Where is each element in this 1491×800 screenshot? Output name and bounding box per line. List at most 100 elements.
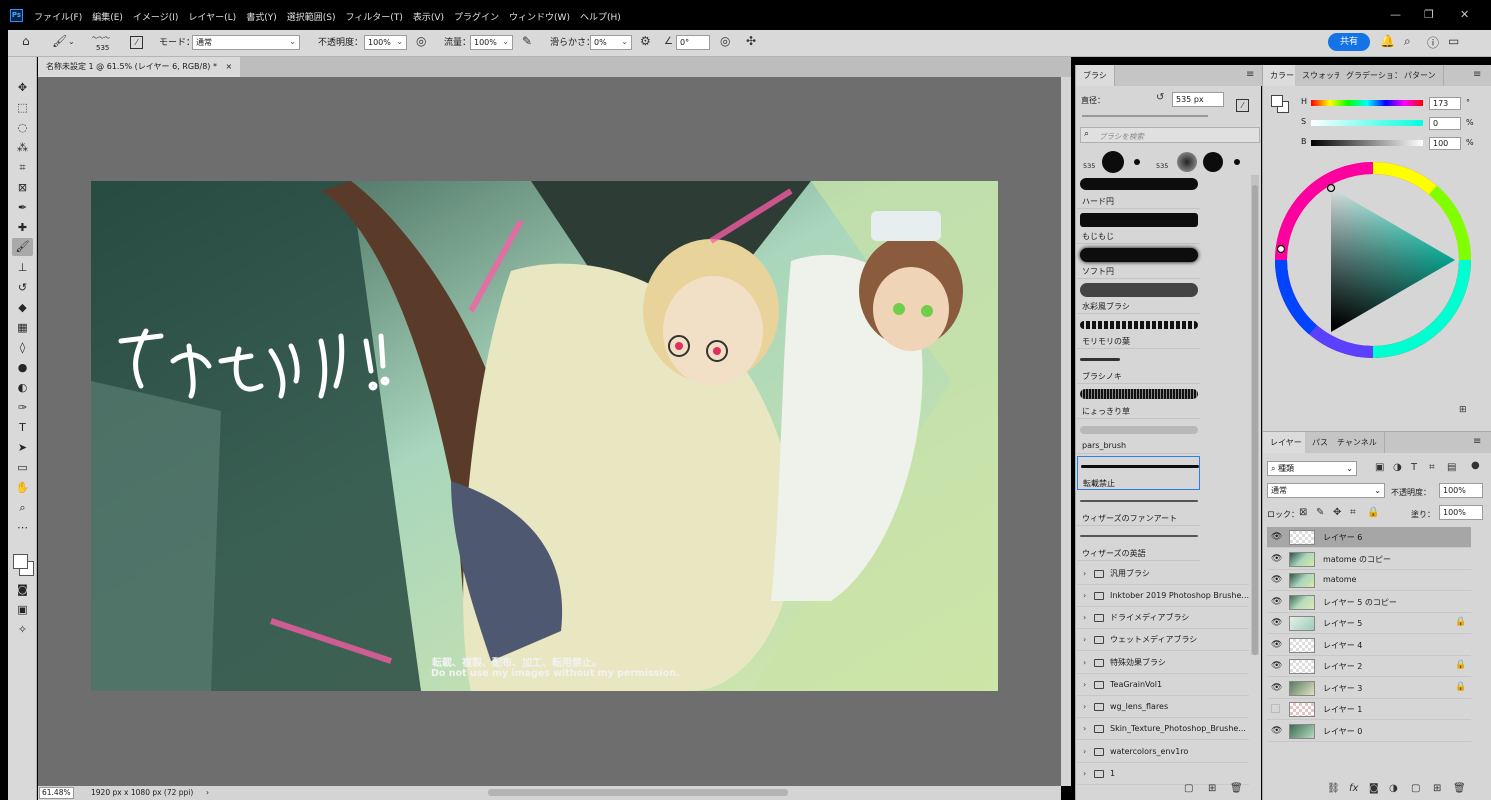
pressure-size-icon[interactable]: ◎ (720, 34, 730, 48)
gear-icon[interactable]: ⚙ (640, 34, 651, 48)
close-icon[interactable]: × (226, 62, 233, 71)
eye-icon[interactable]: 👁 (1271, 532, 1282, 542)
brush-item[interactable]: ウィザーズの英語 (1077, 527, 1200, 561)
hue-slider[interactable] (1311, 100, 1423, 106)
menu-view[interactable]: 表示(V) (413, 10, 444, 23)
mode-select[interactable]: 通常 ⌄ (192, 35, 300, 50)
blur-tool-icon[interactable]: ◊ (12, 339, 33, 357)
new-folder-icon[interactable]: ▢ (1184, 783, 1193, 794)
brush-item[interactable]: モリモリの葉 (1077, 315, 1200, 349)
color-wheel[interactable] (1273, 160, 1473, 360)
brush-settings-icon[interactable]: ⁄ (130, 36, 143, 49)
preset-brush[interactable] (1177, 152, 1197, 172)
chevron-right-icon[interactable]: › (206, 786, 209, 800)
eyedropper-tool-icon[interactable]: ✒ (12, 199, 33, 217)
airbrush-icon[interactable]: ✎ (522, 34, 532, 48)
menu-edit[interactable]: 編集(E) (92, 10, 123, 23)
lock-pixels-icon[interactable]: ✎ (1316, 507, 1324, 518)
pixel-filter-icon[interactable]: ▣ (1375, 462, 1384, 473)
eye-icon[interactable]: 👁 (1271, 575, 1282, 585)
generative-icon[interactable]: ✧ (12, 621, 33, 639)
brush-folder[interactable]: › TeaGrainVol1 (1077, 674, 1249, 696)
preset-brush[interactable] (1234, 159, 1240, 165)
minimize-icon[interactable]: — (1390, 8, 1401, 21)
brush-folder[interactable]: › wg_lens_flares (1077, 696, 1249, 718)
type-tool-icon[interactable]: T (12, 419, 33, 437)
menu-select[interactable]: 選択範囲(S) (287, 10, 336, 23)
help-icon[interactable]: ⓘ (1427, 34, 1439, 51)
angle-field[interactable]: 0° (676, 35, 710, 50)
layer-row[interactable]: 👁 matome のコピー (1267, 549, 1471, 570)
tab-channels[interactable]: チャンネル (1330, 432, 1385, 453)
brush-tool-icon[interactable]: 🖌 (12, 238, 33, 256)
panel-menu-icon[interactable]: ≡ (1473, 436, 1481, 447)
brush-item[interactable]: ブラシノキ (1077, 350, 1200, 384)
brightness-slider[interactable] (1311, 140, 1423, 146)
bell-icon[interactable]: 🔔 (1380, 34, 1395, 48)
preset-brush[interactable] (1203, 152, 1223, 172)
hand-tool-icon[interactable]: ✋ (12, 479, 33, 497)
adjustment-layer-icon[interactable]: ◑ (1389, 783, 1398, 794)
brush-folder[interactable]: › 1 (1077, 763, 1249, 785)
canvas-horizontal-scrollbar[interactable] (228, 786, 1061, 800)
menu-layer[interactable]: レイヤー(L) (188, 10, 236, 23)
symmetry-icon[interactable]: ✣ (746, 34, 756, 48)
healing-brush-tool-icon[interactable]: ✚ (12, 219, 33, 237)
layer-filter-select[interactable]: ⌕ 種類 ⌄ (1267, 461, 1357, 476)
menu-image[interactable]: イメージ(I) (133, 10, 179, 23)
brush-item[interactable]: ハード円 (1077, 175, 1200, 209)
eye-icon[interactable]: 👁 (1271, 597, 1282, 607)
dodge-tool-icon[interactable]: ● (12, 359, 33, 377)
tab-patterns[interactable]: パターン (1397, 65, 1444, 86)
pen-tool-icon[interactable]: ✑ (12, 399, 33, 417)
foreground-color-swatch[interactable] (13, 554, 28, 569)
document-tab[interactable]: 名称未設定 1 @ 61.5% (レイヤー 6, RGB/8) * × (38, 57, 241, 77)
scroll-thumb[interactable] (488, 789, 788, 796)
brush-item-selected[interactable]: 転載禁止 (1077, 456, 1200, 490)
layer-row[interactable]: 👁 レイヤー 2 🔒 (1267, 656, 1471, 677)
menu-help[interactable]: ヘルプ(H) (580, 10, 621, 23)
panel-menu-icon[interactable]: ≡ (1473, 69, 1481, 80)
layer-opacity-field[interactable]: 100% (1439, 483, 1483, 498)
brush-folder[interactable]: › Skin_Texture_Photoshop_Brushe... (1077, 718, 1249, 740)
scroll-thumb[interactable] (1252, 185, 1258, 655)
shape-filter-icon[interactable]: ⌗ (1429, 462, 1435, 473)
filter-toggle-icon[interactable]: ● (1471, 460, 1480, 471)
close-icon[interactable]: ✕ (1460, 8, 1469, 21)
visibility-toggle-off[interactable] (1271, 704, 1280, 713)
document-info[interactable]: 1920 px x 1080 px (72 ppi) (91, 786, 193, 800)
eye-icon[interactable]: 👁 (1271, 661, 1282, 671)
menu-type[interactable]: 書式(Y) (246, 10, 277, 23)
opacity-field[interactable]: 100% ⌄ (364, 35, 407, 50)
mask-icon[interactable]: ◙ (1369, 783, 1379, 794)
crop-tool-icon[interactable]: ⌗ (12, 159, 33, 177)
brush-folder[interactable]: › watercolors_env1ro (1077, 741, 1249, 763)
lasso-tool-icon[interactable]: ◌ (12, 119, 33, 137)
zoom-tool-icon[interactable]: ⌕ (12, 499, 33, 517)
trash-icon[interactable]: 🗑 (1453, 783, 1466, 794)
flow-field[interactable]: 100% ⌄ (470, 35, 513, 50)
brush-folder[interactable]: › Inktober 2019 Photoshop Brushe... (1077, 585, 1249, 607)
home-icon[interactable]: ⌂ (22, 34, 30, 48)
menu-plugins[interactable]: プラグイン (454, 10, 499, 23)
layer-row[interactable]: 👁 レイヤー 0 (1267, 721, 1471, 742)
brush-size-slider[interactable] (1082, 115, 1208, 117)
saturation-value-field[interactable]: 0 (1429, 117, 1461, 130)
share-button[interactable]: 共有 (1328, 33, 1370, 51)
brush-folder[interactable]: › ウェットメディアブラシ (1077, 629, 1249, 651)
new-layer-icon[interactable]: ⊞ (1433, 783, 1441, 794)
brush-item[interactable]: ウィザーズのファンアート (1077, 492, 1200, 526)
expand-icon[interactable]: ⊞ (1459, 405, 1467, 415)
hue-ring-handle[interactable] (1276, 244, 1286, 254)
lock-artboard-icon[interactable]: ⌗ (1350, 507, 1356, 518)
zoom-level[interactable]: 61.48% (39, 787, 74, 799)
path-selection-tool-icon[interactable]: ➤ (12, 439, 33, 457)
layer-row[interactable]: 👁 レイヤー 5 🔒 (1267, 613, 1471, 634)
new-brush-icon[interactable]: ⊞ (1208, 783, 1216, 794)
hue-value-field[interactable]: 173 (1429, 97, 1461, 110)
stamp-tool-icon[interactable]: ⊥ (12, 259, 33, 277)
lock-transparency-icon[interactable]: ⊠ (1299, 507, 1307, 518)
brush-settings-icon[interactable]: ⁄ (1236, 99, 1249, 112)
brush-folder[interactable]: › ドライメディアブラシ (1077, 607, 1249, 629)
blend-mode-select[interactable]: 通常 ⌄ (1267, 483, 1385, 498)
